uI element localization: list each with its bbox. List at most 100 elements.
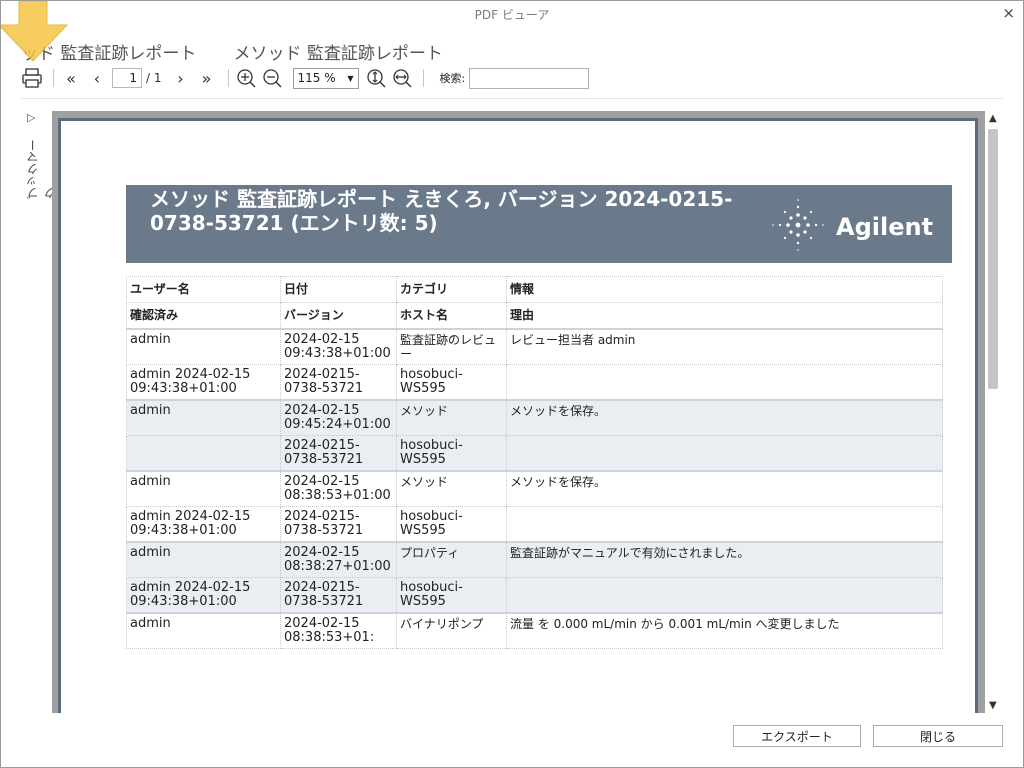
table-cell: admin [126, 611, 281, 649]
bookmark-panel-toggle[interactable]: ▷ ブックマーク [21, 111, 57, 201]
table-row: admin 2024-02-15 08:38:53+01: バイナリポンプ 流量… [126, 611, 943, 649]
table-row: admin 2024-02-15 08:38:27+01:00 プロパティ 監査… [126, 540, 943, 578]
table-cell: admin 2024-02-15 09:43:38+01:00 [126, 576, 281, 613]
page-total: / 1 [146, 71, 162, 85]
chevron-down-icon: ▼ [347, 73, 354, 83]
window-title: PDF ビューア [474, 8, 550, 22]
table-cell: admin [126, 398, 281, 436]
table-cell: レビュー担当者 admin [506, 327, 943, 365]
table-cell: hosobuci-WS595 [396, 505, 507, 542]
table-cell: 2024-02-15 08:38:53+01:00 [280, 469, 397, 507]
search-input[interactable] [469, 67, 590, 89]
table-header-cell: 確認済み [126, 302, 281, 329]
table-cell: admin 2024-02-15 09:43:38+01:00 [126, 505, 281, 542]
pointer-arrow-icon [1, 1, 69, 62]
table-cell: バイナリポンプ [396, 611, 507, 649]
table-cell: 2024-0215-0738-53721 [280, 505, 397, 542]
first-page-icon[interactable]: « [60, 67, 82, 89]
pdf-page-content: メソッド 監査証跡レポート えきくろ, バージョン 2024-0215-0738… [61, 121, 975, 713]
document-viewport[interactable]: メソッド 監査証跡レポート えきくろ, バージョン 2024-0215-0738… [52, 111, 985, 713]
table-cell: 2024-02-15 08:38:27+01:00 [280, 540, 397, 578]
next-page-icon[interactable]: › [170, 67, 192, 89]
table-header-cell: 情報 [506, 276, 943, 303]
table-cell: hosobuci-WS595 [396, 576, 507, 613]
prev-page-icon[interactable]: ‹ [86, 67, 108, 89]
table-row: admin 2024-02-15 09:43:38+01:00 監査証跡のレビュ… [126, 327, 943, 365]
expand-arrow-icon: ▷ [27, 111, 36, 124]
table-cell: プロパティ [396, 540, 507, 578]
table-cell: 2024-02-15 09:43:38+01:00 [280, 327, 397, 365]
table-cell [506, 576, 943, 613]
search-label: 検索: [439, 72, 466, 85]
toolbar: « ‹ 1 / 1 › » 115 % ▼ 検索: [21, 65, 1001, 91]
table-cell: メソッドを保存。 [506, 469, 943, 507]
agilent-spark-icon [772, 199, 824, 251]
logo-text: Agilent [836, 213, 934, 241]
table-row: admin 2024-02-15 08:38:53+01:00 メソッド メソッ… [126, 469, 943, 507]
table-header-cell: 理由 [506, 302, 943, 329]
table-header-row: ユーザー名 日付 カテゴリ 情報 [126, 276, 943, 303]
close-button[interactable]: 閉じる [873, 725, 1003, 747]
table-cell: admin 2024-02-15 09:43:38+01:00 [126, 363, 281, 400]
table-cell [506, 363, 943, 400]
last-page-icon[interactable]: » [196, 67, 218, 89]
report-banner: メソッド 監査証跡レポート えきくろ, バージョン 2024-0215-0738… [126, 185, 952, 263]
zoom-in-icon[interactable] [235, 67, 257, 89]
scroll-thumb[interactable] [988, 129, 998, 389]
table-cell: admin [126, 540, 281, 578]
table-cell: admin [126, 327, 281, 365]
table-cell [506, 434, 943, 471]
print-icon[interactable] [21, 67, 43, 89]
table-row: admin 2024-02-15 09:43:38+01:00 2024-021… [126, 505, 943, 542]
document-titles: ッド 監査証跡レポート メソッド 監査証跡レポート [21, 39, 475, 65]
table-cell: 2024-02-15 09:45:24+01:00 [280, 398, 397, 436]
toolbar-separator [422, 69, 424, 87]
table-cell: hosobuci-WS595 [396, 363, 507, 400]
zoom-value: 115 % [297, 71, 336, 85]
table-header-cell: バージョン [280, 302, 397, 329]
toolbar-separator [53, 69, 54, 87]
table-cell: メソッドを保存。 [506, 398, 943, 436]
scroll-up-icon[interactable]: ▲ [989, 113, 997, 124]
table-cell: 流量 を 0.000 mL/min から 0.001 mL/min へ変更しまし… [506, 611, 943, 649]
fit-height-icon[interactable] [365, 67, 387, 89]
table-cell: 2024-02-15 08:38:53+01: [280, 611, 397, 649]
export-button[interactable]: エクスポート [733, 725, 861, 747]
pdf-page: メソッド 監査証跡レポート えきくろ, バージョン 2024-0215-0738… [58, 118, 978, 713]
table-row: admin 2024-02-15 09:43:38+01:00 2024-021… [126, 363, 943, 400]
vertical-scrollbar[interactable]: ▲ ▼ [985, 111, 1003, 713]
fit-width-icon[interactable] [391, 67, 413, 89]
zoom-out-icon[interactable] [261, 67, 283, 89]
table-header-cell: ユーザー名 [126, 276, 281, 303]
table-cell: メソッド [396, 469, 507, 507]
table-cell: メソッド [396, 398, 507, 436]
table-cell: 監査証跡がマニュアルで有効にされました。 [506, 540, 943, 578]
agilent-logo: Agilent [766, 193, 933, 257]
title-bar: PDF ビューア × [1, 1, 1023, 27]
table-row: admin 2024-02-15 09:43:38+01:00 2024-021… [126, 576, 943, 613]
audit-trail-table: ユーザー名 日付 カテゴリ 情報 確認済み バージョン ホスト名 理由 admi… [126, 276, 943, 649]
pdf-viewer-window: PDF ビューア × ッド 監査証跡レポート メソッド 監査証跡レポート « ‹… [0, 0, 1024, 768]
table-cell [506, 505, 943, 542]
toolbar-separator [227, 69, 229, 87]
table-header-cell: ホスト名 [396, 302, 507, 329]
table-cell: 2024-0215-0738-53721 [280, 434, 397, 471]
report-title: メソッド 監査証跡レポート えきくろ, バージョン 2024-0215-0738… [150, 187, 733, 235]
table-cell: hosobuci-WS595 [396, 434, 507, 471]
table-header-cell: 日付 [280, 276, 397, 303]
table-row: admin 2024-02-15 09:45:24+01:00 メソッド メソッ… [126, 398, 943, 436]
table-cell [126, 434, 281, 471]
scroll-down-icon[interactable]: ▼ [989, 700, 997, 711]
zoom-select[interactable]: 115 % ▼ [292, 67, 359, 89]
toolbar-divider [21, 98, 1003, 99]
close-icon[interactable]: × [1002, 4, 1015, 22]
table-header-row: 確認済み バージョン ホスト名 理由 [126, 302, 943, 329]
table-cell: 監査証跡のレビュー [396, 327, 507, 365]
table-cell: 2024-0215-0738-53721 [280, 576, 397, 613]
table-cell: admin [126, 469, 281, 507]
document-title: メソッド 監査証跡レポート [233, 44, 443, 64]
table-cell: 2024-0215-0738-53721 [280, 363, 397, 400]
page-number-input[interactable]: 1 [112, 68, 142, 88]
table-header-cell: カテゴリ [396, 276, 507, 303]
table-row: 2024-0215-0738-53721 hosobuci-WS595 [126, 434, 943, 471]
